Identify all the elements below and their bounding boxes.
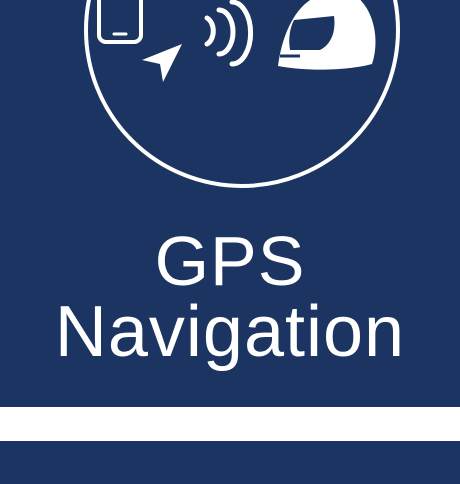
gps-navigation-tile[interactable]: GPS Navigation [0, 0, 460, 484]
divider-stripe [0, 407, 460, 441]
title-line-navigation: Navigation [54, 292, 406, 372]
bottom-band [0, 441, 460, 484]
wireless-signal-icon [204, 0, 254, 67]
smartphone-icon [97, 0, 143, 44]
feature-emblem [84, 0, 400, 188]
title-line-gps: GPS [154, 222, 306, 300]
helmet-icon [278, 0, 376, 70]
navigation-arrow-icon [142, 44, 182, 82]
